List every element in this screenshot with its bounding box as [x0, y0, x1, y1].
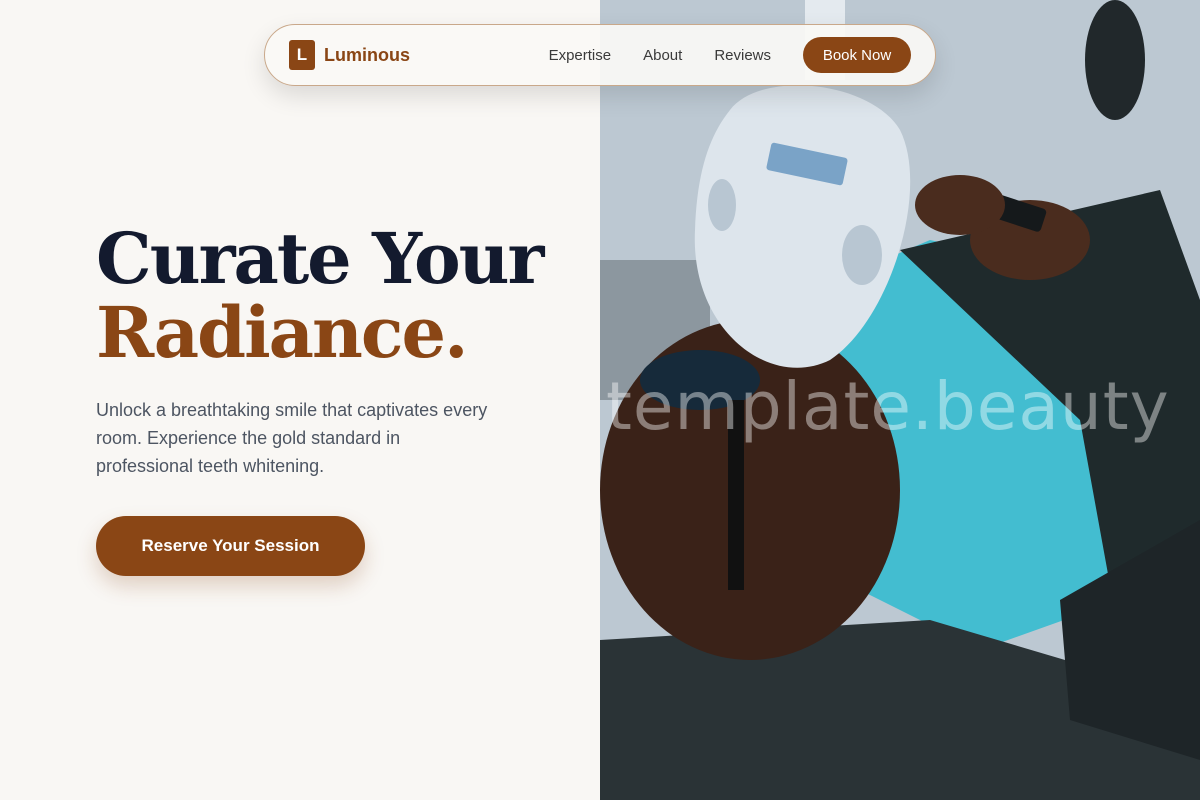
book-now-button[interactable]: Book Now [803, 37, 911, 73]
brand-name[interactable]: Luminous [324, 45, 410, 66]
nav-link-reviews[interactable]: Reviews [714, 47, 771, 64]
hero-headline: Curate Your Radiance. [96, 222, 576, 370]
nav-links: Expertise About Reviews Book Now [549, 37, 911, 73]
hero-subtext: Unlock a breathtaking smile that captiva… [96, 400, 488, 476]
reserve-session-button[interactable]: Reserve Your Session [96, 516, 365, 576]
hero-section: Curate Your Radiance. Unlock a breathtak… [96, 222, 576, 480]
watermark-text: template.beauty [606, 368, 1170, 445]
top-navbar: L Luminous Expertise About Reviews Book … [264, 24, 936, 86]
nav-link-about[interactable]: About [643, 47, 682, 64]
logo-icon[interactable]: L [289, 40, 315, 70]
headline-line-2: Radiance. [96, 291, 468, 374]
hero-photo: template.beauty [600, 0, 1200, 800]
nav-link-expertise[interactable]: Expertise [549, 47, 612, 64]
headline-line-1: Curate Your [96, 217, 544, 300]
